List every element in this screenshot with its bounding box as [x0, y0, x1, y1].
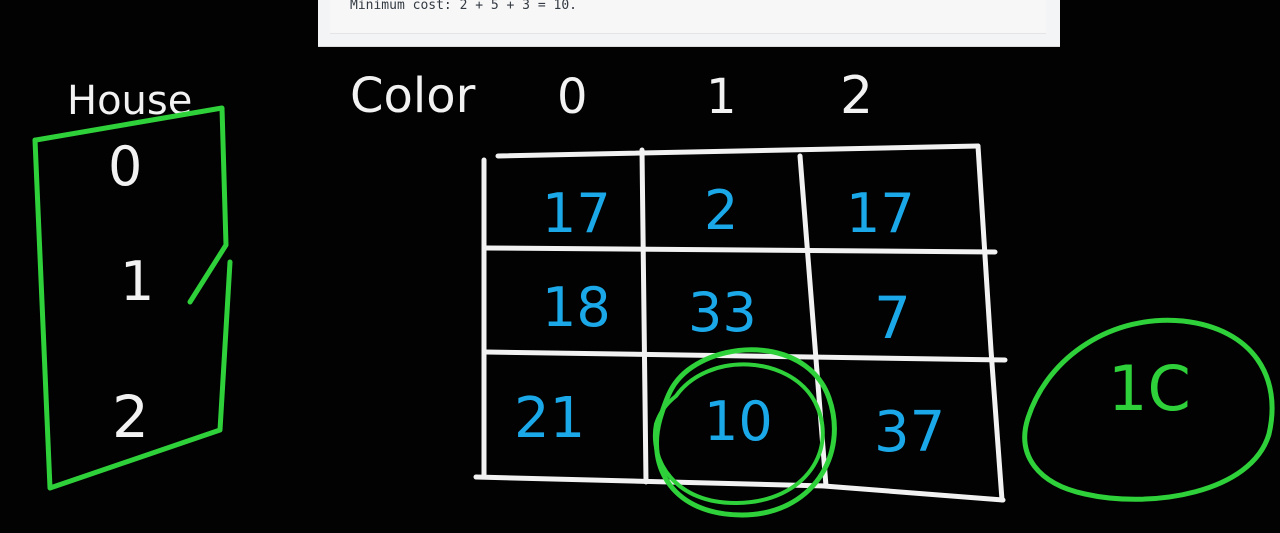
grid-line-row-1	[483, 245, 998, 255]
cost-cell-2-2: 37	[874, 400, 945, 465]
grid-line-bottom-right	[821, 483, 1006, 503]
cost-cell-0-0: 17	[542, 182, 611, 245]
grid-line-bottom	[473, 474, 829, 489]
cost-cell-1-1: 33	[688, 281, 757, 344]
grid-line-right	[975, 143, 1005, 503]
grid-line-top	[495, 143, 981, 159]
color-index-0: 0	[557, 69, 588, 125]
house-index-1: 1	[120, 250, 154, 313]
color-index-1: 1	[706, 69, 737, 125]
cost-cell-2-0: 21	[514, 386, 585, 451]
whiteboard-canvas: House 0 1 2 Color 0 1 2 17 2 17 18 33 7 …	[32, 66, 1275, 518]
cost-cell-0-2: 17	[846, 182, 915, 245]
cost-cell-0-1: 2	[704, 179, 738, 242]
cost-cell-1-0: 18	[542, 276, 611, 339]
grid-line-row-2	[483, 349, 1008, 363]
house-index-0: 0	[108, 135, 142, 198]
color-index-2: 2	[840, 66, 873, 126]
cost-cell-1-2: 7	[874, 284, 911, 352]
total-cost-note: 1C	[1108, 352, 1191, 425]
house-index-2: 2	[112, 383, 149, 451]
cost-cell-2-1: 10	[704, 390, 773, 453]
grid-line-col-1	[639, 147, 649, 485]
color-label: Color	[350, 68, 476, 124]
